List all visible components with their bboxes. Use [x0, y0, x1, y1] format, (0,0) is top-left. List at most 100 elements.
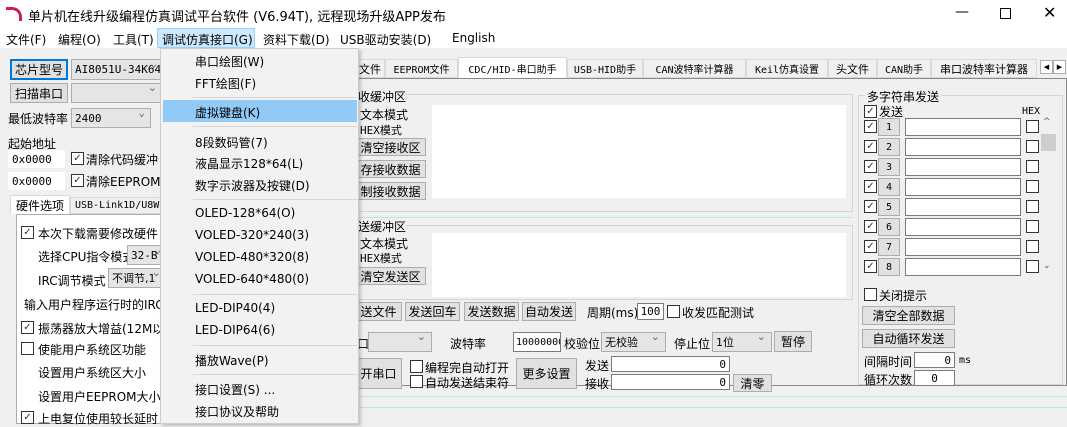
- reset-count-button[interactable]: 清零: [733, 374, 772, 392]
- clear-tx-button[interactable]: 清空发送区: [355, 267, 426, 285]
- tab-file[interactable]: 文件: [355, 59, 385, 78]
- send-cr-button[interactable]: 发送回车: [405, 302, 460, 321]
- row-hex-checkbox[interactable]: [1026, 220, 1039, 233]
- menu-item[interactable]: LED-DIP40(4): [195, 301, 275, 315]
- auto-open-checkbox[interactable]: [410, 360, 423, 373]
- tx-textarea[interactable]: [432, 233, 846, 297]
- rx-textarea[interactable]: [432, 105, 846, 198]
- row-send-checkbox[interactable]: ✓: [864, 200, 877, 213]
- row-send-checkbox[interactable]: ✓: [864, 180, 877, 193]
- row-send-button[interactable]: 5: [878, 198, 900, 216]
- close-tip-checkbox[interactable]: [864, 288, 877, 301]
- menu-tools[interactable]: 工具(T): [113, 31, 154, 48]
- menu-downloads[interactable]: 资料下载(D): [263, 31, 330, 48]
- tab-serial-baud-calc[interactable]: 串口波特率计算器: [931, 59, 1037, 78]
- copy-rx-button[interactable]: 制接收数据: [355, 182, 426, 200]
- interval-input[interactable]: 0: [914, 352, 955, 368]
- row-hex-checkbox[interactable]: [1026, 160, 1039, 173]
- clear-all-button[interactable]: 清空全部数据: [862, 306, 955, 325]
- clear-code-checkbox[interactable]: ✓: [71, 152, 84, 165]
- more-settings-button[interactable]: 更多设置: [516, 358, 577, 389]
- tab-cdc-hid-serial[interactable]: CDC/HID-串口助手: [458, 57, 567, 79]
- scan-port-button[interactable]: 扫描串口: [10, 83, 68, 103]
- clear-rx-button[interactable]: 清空接收区: [355, 138, 426, 156]
- menu-item[interactable]: 8段数码管(7): [195, 134, 268, 151]
- baud-input[interactable]: 10000000: [513, 332, 561, 352]
- tab-usb-link[interactable]: USB-Link1D/U8W: [70, 197, 162, 214]
- tab-can-assistant[interactable]: CAN助手: [877, 59, 931, 78]
- menu-file[interactable]: 文件(F): [6, 31, 46, 48]
- row-send-button[interactable]: 1: [878, 118, 900, 136]
- tab-can-baud-calc[interactable]: CAN波特率计算器: [643, 59, 746, 78]
- save-rx-button[interactable]: 存接收数据: [355, 160, 426, 178]
- user-sys-checkbox[interactable]: [21, 342, 34, 355]
- menu-item[interactable]: VOLED-480*320(8): [195, 250, 309, 264]
- scroll-thumb[interactable]: [1041, 134, 1056, 151]
- row-hex-checkbox[interactable]: [1026, 180, 1039, 193]
- row-send-button[interactable]: 2: [878, 138, 900, 156]
- row-send-checkbox[interactable]: ✓: [864, 240, 877, 253]
- row-string-input[interactable]: [905, 138, 1021, 156]
- tab-hardware-options[interactable]: 硬件选项: [10, 195, 70, 214]
- menu-item[interactable]: 液晶显示128*64(L): [195, 155, 303, 172]
- row-send-button[interactable]: 4: [878, 178, 900, 196]
- menu-item[interactable]: 播放Wave(P): [195, 352, 269, 369]
- modify-hardware-checkbox[interactable]: ✓: [21, 226, 34, 239]
- menu-program[interactable]: 编程(O): [58, 31, 101, 48]
- loops-input[interactable]: 0: [914, 370, 955, 386]
- open-port-button[interactable]: 开串口: [355, 358, 402, 389]
- send-file-button[interactable]: 送文件: [355, 302, 402, 321]
- rx-hex-mode-radio[interactable]: HEX模式: [360, 122, 402, 138]
- row-send-button[interactable]: 7: [878, 238, 900, 256]
- chip-model-select[interactable]: AI8051U-34K64: [71, 59, 163, 80]
- auto-end-checkbox[interactable]: [410, 375, 423, 388]
- row-string-input[interactable]: [905, 238, 1021, 256]
- menu-item[interactable]: 接口设置(S) ...: [195, 381, 275, 398]
- row-string-input[interactable]: [905, 178, 1021, 196]
- tab-scroll-left-icon[interactable]: ◀: [1040, 60, 1053, 74]
- tab-usb-hid[interactable]: USB-HID助手: [567, 59, 643, 78]
- menu-debug[interactable]: 调试仿真接口(G): [157, 28, 255, 48]
- pause-button[interactable]: 暂停: [774, 331, 812, 352]
- menu-english[interactable]: English: [452, 31, 495, 45]
- row-hex-checkbox[interactable]: [1026, 120, 1039, 133]
- menu-item[interactable]: 虚拟键盘(K): [195, 104, 260, 121]
- menu-item[interactable]: 接口协议及帮助: [195, 403, 279, 420]
- menu-usb-driver[interactable]: USB驱动安装(D): [340, 31, 431, 48]
- long-reset-checkbox[interactable]: ✓: [21, 411, 34, 424]
- clear-eeprom-checkbox[interactable]: ✓: [71, 174, 84, 187]
- scroll-down-icon[interactable]: ⌄: [1043, 261, 1051, 271]
- row-send-checkbox[interactable]: ✓: [864, 220, 877, 233]
- close-button[interactable]: ✕: [1043, 3, 1056, 22]
- tab-scroll-right-icon[interactable]: ▶: [1053, 60, 1066, 74]
- menu-item[interactable]: LED-DIP64(6): [195, 323, 275, 337]
- scroll-up-icon[interactable]: ^: [1043, 117, 1051, 127]
- row-string-input[interactable]: [905, 158, 1021, 176]
- menu-item[interactable]: 串口绘图(W): [195, 53, 264, 70]
- row-send-checkbox[interactable]: ✓: [864, 140, 877, 153]
- irc-mode-select[interactable]: 不调节,1: [108, 268, 167, 288]
- row-hex-checkbox[interactable]: [1026, 240, 1039, 253]
- stop-bits-select[interactable]: 1位: [712, 332, 772, 352]
- period-input[interactable]: 100: [637, 303, 664, 320]
- minimize-button[interactable]: —: [955, 4, 969, 20]
- row-send-checkbox[interactable]: ✓: [864, 160, 877, 173]
- tx-hex-mode-radio[interactable]: HEX模式: [360, 250, 402, 266]
- row-string-input[interactable]: [905, 118, 1021, 136]
- row-send-checkbox[interactable]: ✓: [864, 120, 877, 133]
- auto-loop-button[interactable]: 自动循环发送: [862, 329, 955, 348]
- tab-eeprom-file[interactable]: EEPROM文件: [385, 59, 458, 78]
- row-send-button[interactable]: 8: [878, 258, 900, 276]
- serial-port-select[interactable]: [368, 332, 432, 352]
- row-hex-checkbox[interactable]: [1026, 140, 1039, 153]
- row-hex-checkbox[interactable]: [1026, 200, 1039, 213]
- row-send-checkbox[interactable]: ✓: [864, 260, 877, 273]
- send-data-button[interactable]: 发送数据: [464, 302, 519, 321]
- menu-item[interactable]: OLED-128*64(O): [195, 206, 295, 220]
- row-send-button[interactable]: 6: [878, 218, 900, 236]
- match-test-checkbox[interactable]: [667, 305, 680, 318]
- menu-item[interactable]: 数字示波器及按键(D): [195, 177, 310, 194]
- row-string-input[interactable]: [905, 198, 1021, 216]
- row-send-button[interactable]: 3: [878, 158, 900, 176]
- chip-model-button[interactable]: 芯片型号: [10, 59, 68, 80]
